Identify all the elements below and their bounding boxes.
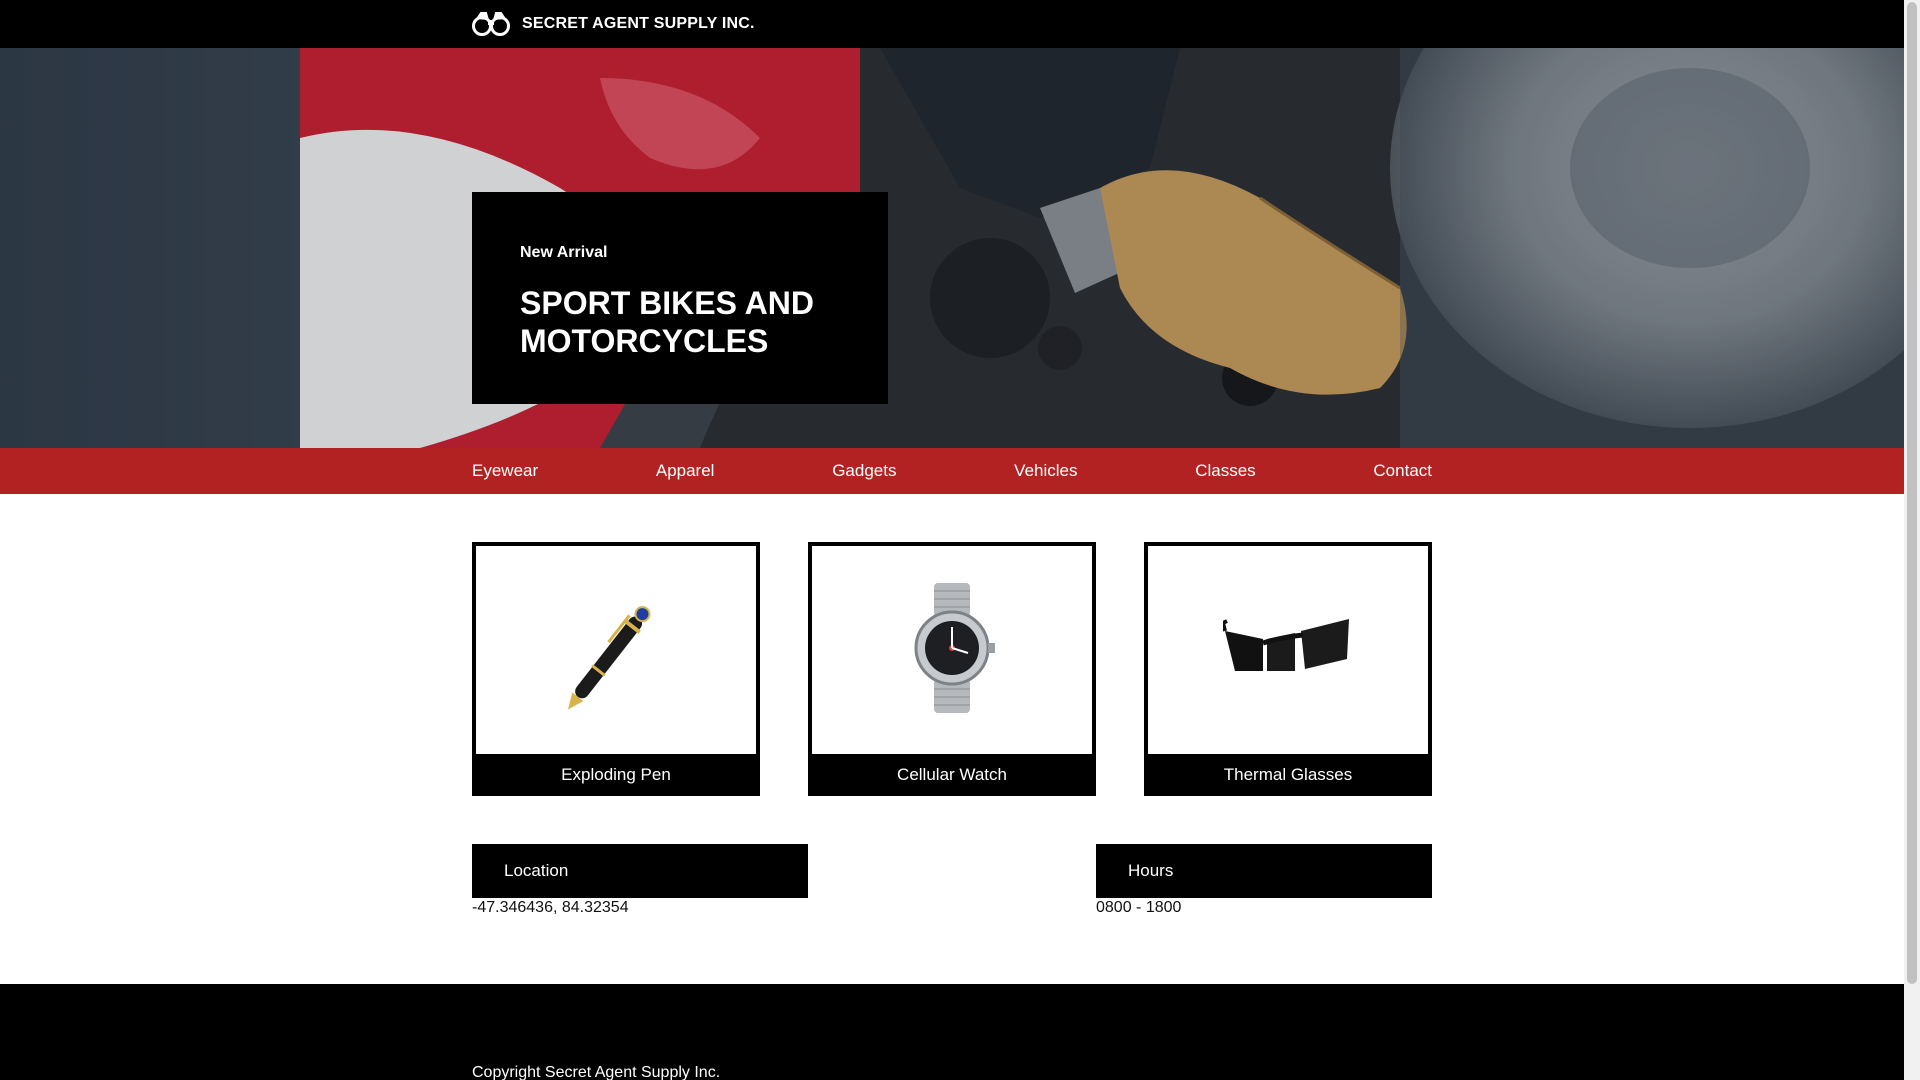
- pen-image: [476, 546, 756, 750]
- hero-background-image: [0, 48, 1904, 448]
- hours-heading: Hours: [1096, 844, 1432, 898]
- product-card-thermal-glasses[interactable]: Thermal Glasses: [1144, 542, 1432, 796]
- footer: Copyright Secret Agent Supply Inc.: [0, 984, 1904, 1080]
- brand-name: SECRET AGENT SUPPLY INC.: [522, 15, 755, 32]
- nav-item-eyewear: Eyewear: [472, 461, 538, 481]
- product-name: Exploding Pen: [472, 754, 760, 796]
- hero-banner: New Arrival SPORT BIKES AND MOTORCYCLES: [0, 48, 1904, 448]
- product-grid: Exploding Pen Cellular Watch Thermal Gla…: [472, 542, 1432, 796]
- binoculars-icon: [472, 11, 510, 37]
- nav-link-apparel[interactable]: Apparel: [656, 461, 715, 481]
- sunglasses-image: [1148, 546, 1428, 750]
- watch-image: [812, 546, 1092, 750]
- copyright-text: Copyright Secret Agent Supply Inc.: [472, 1064, 721, 1080]
- nav-item-gadgets: Gadgets: [832, 461, 896, 481]
- location-value: -47.346436, 84.32354: [472, 899, 629, 916]
- nav-item-classes: Classes: [1195, 461, 1255, 481]
- product-name: Thermal Glasses: [1144, 754, 1432, 796]
- nav-link-gadgets[interactable]: Gadgets: [832, 461, 896, 481]
- product-card-cellular-watch[interactable]: Cellular Watch: [808, 542, 1096, 796]
- nav-link-contact[interactable]: Contact: [1373, 461, 1432, 481]
- hero-eyebrow: New Arrival: [520, 244, 608, 261]
- page-scrollbar[interactable]: [1904, 0, 1920, 1080]
- nav-link-eyewear[interactable]: Eyewear: [472, 461, 538, 481]
- nav-item-apparel: Apparel: [656, 461, 715, 481]
- hours-value: 0800 - 1800: [1096, 899, 1182, 916]
- brand[interactable]: SECRET AGENT SUPPLY INC.: [472, 0, 755, 48]
- main-nav: Eyewear Apparel Gadgets Vehicles Classes…: [0, 448, 1904, 494]
- product-card-exploding-pen[interactable]: Exploding Pen: [472, 542, 760, 796]
- nav-link-classes[interactable]: Classes: [1195, 461, 1255, 481]
- nav-item-contact: Contact: [1373, 461, 1432, 481]
- nav-link-vehicles[interactable]: Vehicles: [1014, 461, 1077, 481]
- location-heading: Location: [472, 844, 808, 898]
- nav-item-vehicles: Vehicles: [1014, 461, 1077, 481]
- hero-title: SPORT BIKES AND MOTORCYCLES: [520, 285, 814, 359]
- product-name: Cellular Watch: [808, 754, 1096, 796]
- scrollbar-thumb[interactable]: [1907, 2, 1917, 984]
- top-bar: SECRET AGENT SUPPLY INC.: [0, 0, 1904, 48]
- hero-card[interactable]: New Arrival SPORT BIKES AND MOTORCYCLES: [472, 192, 888, 404]
